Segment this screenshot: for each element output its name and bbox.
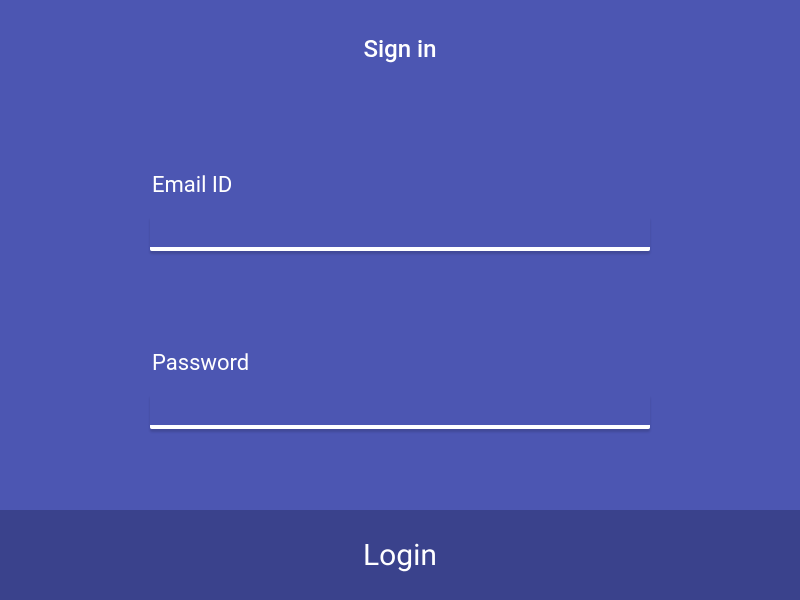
password-input[interactable] [150, 394, 650, 429]
password-field-group: Password [150, 351, 650, 429]
password-label: Password [150, 351, 650, 376]
email-input[interactable] [150, 216, 650, 251]
login-form: Email ID Password Forgot Password ? [0, 173, 800, 553]
login-button[interactable]: Login [0, 510, 800, 600]
email-label: Email ID [150, 173, 650, 198]
page-title: Sign in [0, 0, 800, 63]
email-field-group: Email ID [150, 173, 650, 251]
